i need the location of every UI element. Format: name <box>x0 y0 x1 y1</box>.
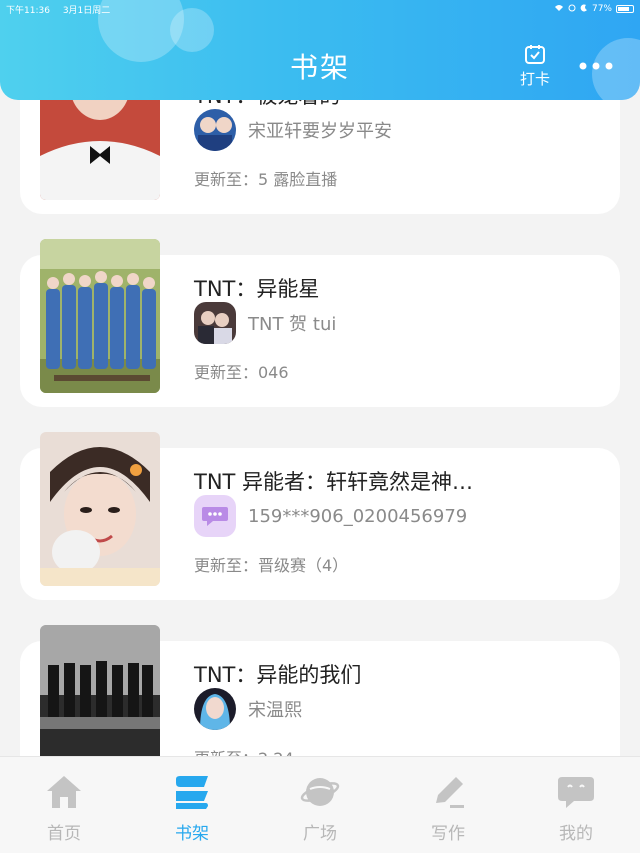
moon-icon <box>580 3 588 15</box>
author-avatar <box>194 302 236 344</box>
checkin-label: 打卡 <box>519 70 550 88</box>
tab-write[interactable]: 写作 <box>384 757 512 853</box>
lock-rotation-icon <box>568 4 576 15</box>
author-row: 159***906_0200456979 <box>194 495 468 537</box>
status-time: 下午11:36 <box>6 5 50 16</box>
tab-label: 我的 <box>559 824 593 844</box>
tab-label: 写作 <box>431 824 465 844</box>
book-update: 更新至：晋级赛（4） <box>194 556 349 575</box>
tab-label: 广场 <box>303 824 337 844</box>
chat-bubble-icon <box>558 777 594 808</box>
bookshelf-list: TNT：被宠着的 宋亚轩要岁岁平安 更新至：5 露脸直播 <box>0 0 640 853</box>
checkin-button[interactable]: 打卡 <box>516 44 554 89</box>
default-avatar <box>194 495 236 537</box>
book-card[interactable]: TNT 异能者：轩轩竟然是神… 159***906_0200456979 更新至… <box>20 432 620 600</box>
author-row: 宋温熙 <box>194 688 302 730</box>
more-button[interactable] <box>578 52 614 77</box>
tab-bookshelf[interactable]: 书架 <box>128 757 256 853</box>
battery-icon <box>616 5 634 13</box>
battery-percent: 77% <box>591 4 612 14</box>
book-title: TNT：异能星 <box>194 277 320 301</box>
book-author: 宋亚轩要岁岁平安 <box>248 121 392 142</box>
book-author: TNT 贺 tui <box>248 314 337 335</box>
bottom-tab-bar: 首页 书架 广场 写作 我的 <box>0 756 640 853</box>
book-title: TNT：异能的我们 <box>194 663 362 687</box>
status-date: 3月1日周二 <box>62 5 111 16</box>
book-author: 宋温熙 <box>248 700 302 721</box>
bookshelf-icon <box>176 776 208 809</box>
book-cover[interactable] <box>40 432 160 586</box>
author-row: 宋亚轩要岁岁平安 <box>194 109 392 151</box>
book-card[interactable]: TNT：异能星 TNT 贺 tui 更新至：046 <box>20 239 620 407</box>
book-title: TNT 异能者：轩轩竟然是神… <box>194 470 474 494</box>
calendar-check-icon <box>525 45 545 64</box>
tab-plaza[interactable]: 广场 <box>256 757 384 853</box>
tab-label: 首页 <box>47 824 81 844</box>
home-icon <box>47 776 81 808</box>
more-dots-icon <box>579 62 613 70</box>
book-update: 更新至：046 <box>194 363 289 382</box>
pen-icon <box>436 777 464 808</box>
book-update: 更新至：5 露脸直播 <box>194 170 338 189</box>
wifi-icon <box>554 4 564 15</box>
author-avatar <box>194 688 236 730</box>
top-header: 下午11:36 3月1日周二 77% 书架 打卡 <box>0 0 640 100</box>
tab-profile[interactable]: 我的 <box>512 757 640 853</box>
status-bar: 下午11:36 3月1日周二 77% <box>6 2 634 16</box>
author-row: TNT 贺 tui <box>194 302 337 344</box>
chat-bubble-icon <box>202 507 228 526</box>
tab-label: 书架 <box>175 824 209 844</box>
planet-icon <box>300 778 340 806</box>
author-avatar <box>194 109 236 151</box>
book-author: 159***906_0200456979 <box>248 505 468 527</box>
book-cover[interactable] <box>40 239 160 393</box>
tab-home[interactable]: 首页 <box>0 757 128 853</box>
